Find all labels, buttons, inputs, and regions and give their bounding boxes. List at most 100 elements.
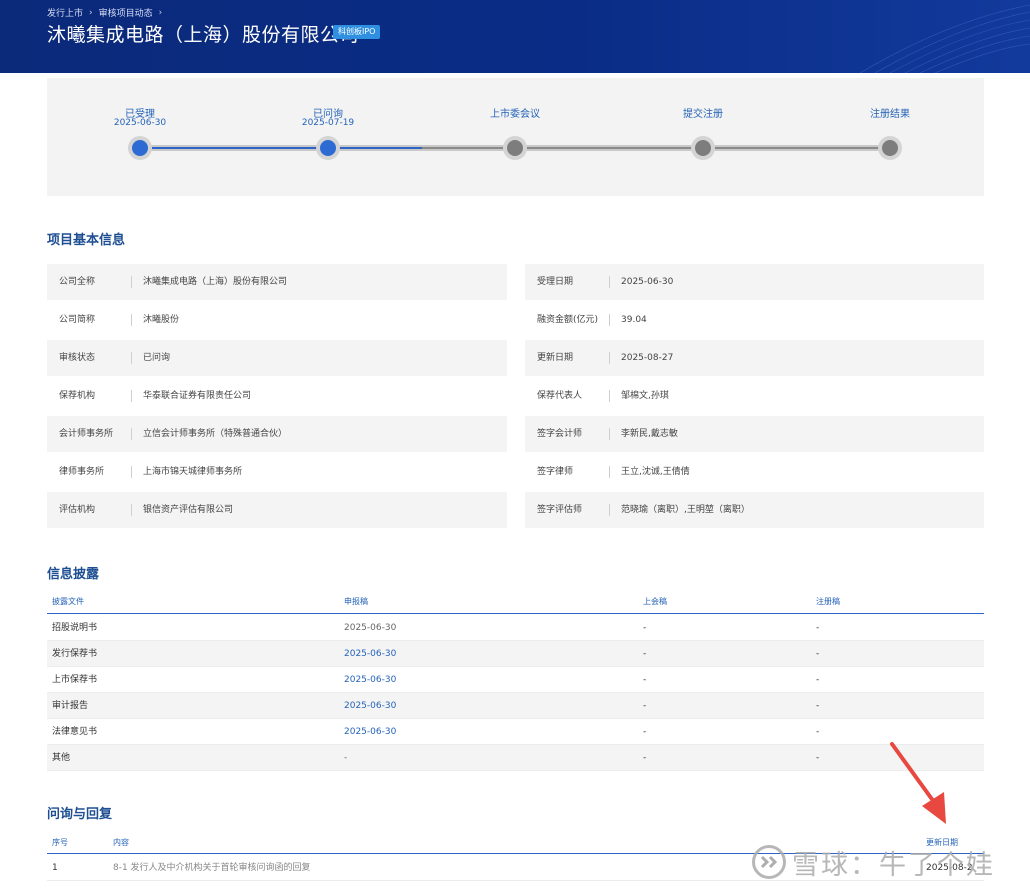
info-value: 王立,沈诚,王倩倩 — [621, 467, 690, 477]
info-key: 会计师事务所 — [59, 429, 114, 439]
review-progress: 已受理 2025-06-30 已问询 2025-07-19 上市委会议 提交注册… — [47, 78, 984, 196]
table-row: 审计报告 2025-06-30 - - — [47, 693, 984, 719]
column-header: 内容 — [113, 838, 129, 847]
info-row: 受理日期 2025-06-30 — [525, 264, 984, 300]
info-row: 公司简称 沐曦股份 — [47, 302, 507, 338]
doc-name: 发行保荐书 — [52, 649, 98, 659]
doc-name: 招股说明书 — [52, 623, 98, 633]
info-row: 审核状态 已问询 — [47, 340, 507, 376]
table-row: 招股说明书 2025-06-30 - - — [47, 615, 984, 641]
column-header: 申报稿 — [344, 597, 368, 606]
table-row: 其他 - - - — [47, 745, 984, 771]
section-title-basic-info: 项目基本信息 — [47, 233, 126, 248]
doc-filing-link[interactable]: 2025-06-30 — [344, 667, 396, 693]
info-key: 签字会计师 — [537, 429, 583, 439]
info-value: 李新民,戴志敏 — [621, 429, 678, 439]
step-node-submit-registration — [691, 136, 715, 160]
qa-number: 1 — [52, 863, 58, 873]
doc-registration: - — [816, 701, 820, 711]
breadcrumb-item-review-status[interactable]: 审核项目动态 — [99, 6, 153, 19]
doc-registration: - — [816, 727, 820, 737]
info-row: 评估机构 银信资产评估有限公司 — [47, 492, 507, 528]
info-key: 签字律师 — [537, 467, 574, 477]
step-node-listing-committee — [503, 136, 527, 160]
column-header: 序号 — [52, 838, 68, 847]
info-value: 沐曦股份 — [143, 315, 180, 325]
info-value: 立信会计师事务所（特殊普通合伙） — [143, 429, 288, 439]
info-row: 签字评估师 范晓瑜（离职）,王明堃（离职） — [525, 492, 984, 528]
info-value: 范晓瑜（离职）,王明堃（离职） — [621, 505, 750, 515]
doc-meeting: - — [643, 675, 647, 685]
info-key: 评估机构 — [59, 505, 96, 515]
info-value: 沐曦集成电路（上海）股份有限公司 — [143, 277, 288, 287]
chevron-right-icon: › — [89, 7, 93, 18]
doc-registration: - — [816, 623, 820, 633]
chevron-right-icon: › — [158, 7, 163, 18]
step-label-submit-registration: 提交注册 — [683, 109, 723, 120]
doc-name: 其他 — [52, 753, 71, 763]
info-key: 更新日期 — [537, 353, 574, 363]
snowball-logo-icon — [752, 845, 786, 879]
breadcrumb-item-issuance[interactable]: 发行上市 — [47, 6, 83, 19]
info-row: 签字会计师 李新民,戴志敏 — [525, 416, 984, 452]
info-value: 已问询 — [143, 353, 171, 363]
header-banner: 发行上市 › 审核项目动态 › 沐曦集成电路（上海）股份有限公司 科创板IPO — [0, 0, 1030, 73]
table-header: 披露文件 申报稿 上会稿 注册稿 — [47, 596, 984, 614]
step-label-registration-result: 注册结果 — [870, 109, 910, 120]
info-key: 保荐代表人 — [537, 391, 583, 401]
info-value: 2025-06-30 — [621, 277, 674, 287]
doc-registration: - — [816, 649, 820, 659]
watermark: 雪球：牛了个娃 — [752, 842, 995, 882]
info-row: 更新日期 2025-08-27 — [525, 340, 984, 376]
board-badge: 科创板IPO — [333, 25, 381, 39]
info-key: 审核状态 — [59, 353, 96, 363]
info-value: 银信资产评估有限公司 — [143, 505, 234, 515]
info-row: 会计师事务所 立信会计师事务所（特殊普通合伙） — [47, 416, 507, 452]
info-row: 律师事务所 上海市锦天城律师事务所 — [47, 454, 507, 490]
doc-filing-link[interactable]: 2025-06-30 — [344, 641, 396, 667]
info-value: 华泰联合证券有限责任公司 — [143, 391, 252, 401]
doc-registration: - — [816, 675, 820, 685]
info-key: 融资金额(亿元) — [537, 315, 599, 325]
info-row: 签字律师 王立,沈诚,王倩倩 — [525, 454, 984, 490]
watermark-text: 雪球：牛了个娃 — [792, 849, 995, 881]
doc-filing-link[interactable]: 2025-06-30 — [344, 719, 396, 745]
info-row: 保荐机构 华泰联合证券有限责任公司 — [47, 378, 507, 414]
annotation-arrow-icon — [890, 742, 946, 824]
step-node-registration-result — [878, 136, 902, 160]
info-key: 律师事务所 — [59, 467, 105, 477]
info-row: 公司全称 沐曦集成电路（上海）股份有限公司 — [47, 264, 507, 300]
info-key: 签字评估师 — [537, 505, 583, 515]
info-value: 39.04 — [621, 315, 647, 325]
section-title-qa: 问询与回复 — [47, 807, 113, 822]
step-node-accepted — [128, 136, 152, 160]
step-node-inquired — [316, 136, 340, 160]
table-row: 上市保荐书 2025-06-30 - - — [47, 667, 984, 693]
info-key: 保荐机构 — [59, 391, 96, 401]
qa-content-link[interactable]: 8-1 发行人及中介机构关于首轮审核问询函的回复 — [113, 855, 311, 881]
doc-registration: - — [816, 753, 820, 763]
doc-meeting: - — [643, 649, 647, 659]
table-row: 发行保荐书 2025-06-30 - - — [47, 641, 984, 667]
info-key: 受理日期 — [537, 277, 574, 287]
column-header: 注册稿 — [816, 597, 840, 606]
info-value: 2025-08-27 — [621, 353, 674, 363]
banner-decoration — [859, 4, 1030, 73]
info-row: 融资金额(亿元) 39.04 — [525, 302, 984, 338]
doc-filing: - — [344, 753, 348, 763]
doc-name: 法律意见书 — [52, 727, 98, 737]
doc-filing-link[interactable]: 2025-06-30 — [344, 693, 396, 719]
step-date-accepted: 2025-06-30 — [113, 118, 167, 128]
doc-meeting: - — [643, 753, 647, 763]
breadcrumb: 发行上市 › 审核项目动态 › — [47, 6, 163, 20]
page-title: 沐曦集成电路（上海）股份有限公司 — [47, 24, 360, 46]
doc-filing-link[interactable]: 2025-06-30 — [344, 615, 396, 641]
info-value: 上海市锦天城律师事务所 — [143, 467, 243, 477]
progress-line-active — [140, 147, 422, 149]
column-header: 披露文件 — [52, 597, 84, 606]
step-date-inquired: 2025-07-19 — [301, 118, 355, 128]
doc-meeting: - — [643, 623, 647, 633]
info-key: 公司全称 — [59, 277, 96, 287]
table-row: 法律意见书 2025-06-30 - - — [47, 719, 984, 745]
doc-name: 上市保荐书 — [52, 675, 98, 685]
